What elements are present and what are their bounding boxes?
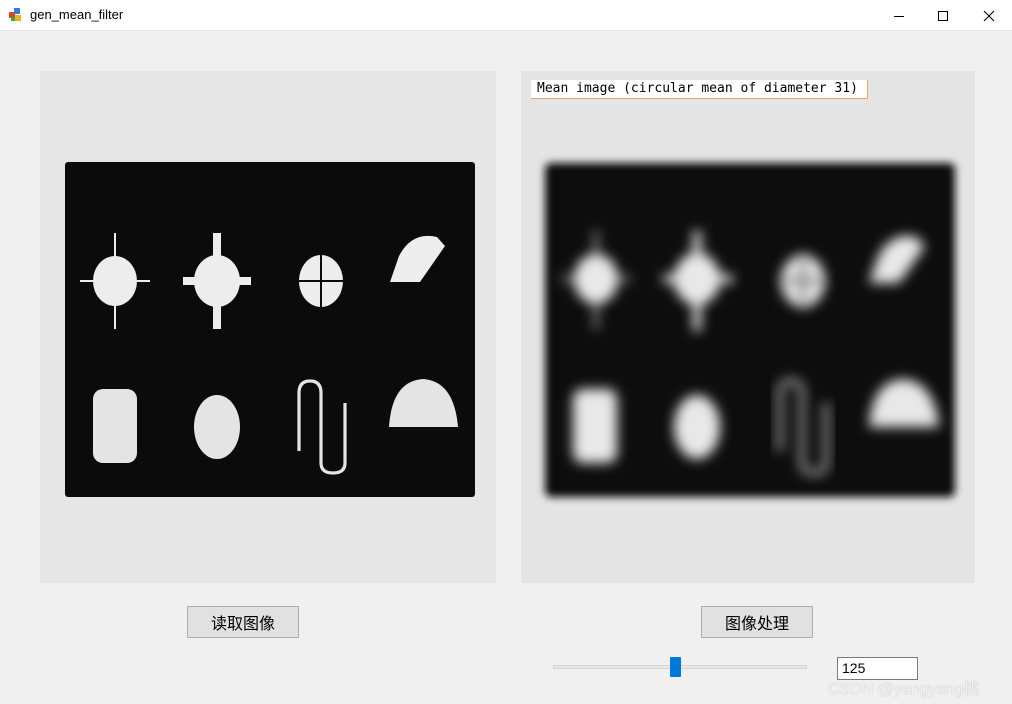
minimize-button[interactable]	[876, 0, 922, 31]
minimize-icon	[894, 15, 904, 17]
maximize-button[interactable]	[920, 0, 966, 31]
watermark: CSDN @yangyang桃	[828, 681, 980, 698]
app-window: gen_mean_filter Mean image (circular mea…	[0, 0, 1012, 704]
diameter-slider[interactable]	[553, 656, 807, 680]
process-image-button[interactable]: 图像处理	[701, 606, 813, 638]
original-image-window[interactable]	[40, 71, 496, 583]
window-title: gen_mean_filter	[30, 7, 124, 22]
maximize-icon	[938, 10, 948, 21]
overlay-text: Mean image (circular mean of diameter 31…	[531, 80, 868, 99]
close-button[interactable]	[966, 0, 1012, 31]
mean-image-window[interactable]	[521, 71, 975, 583]
app-icon	[9, 8, 21, 21]
close-icon	[983, 10, 995, 21]
title-bar[interactable]: gen_mean_filter	[0, 0, 1012, 31]
read-image-button[interactable]: 读取图像	[187, 606, 299, 638]
slider-thumb[interactable]	[669, 657, 681, 677]
